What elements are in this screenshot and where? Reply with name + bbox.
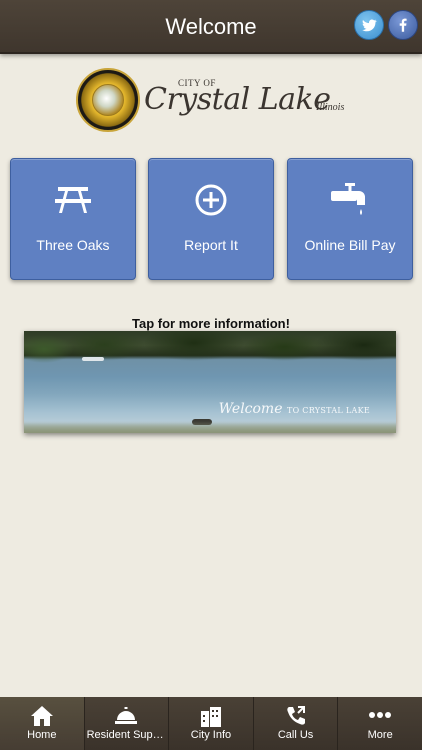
tab-label: More (367, 729, 393, 741)
tile-label: Report It (184, 237, 238, 253)
tile-label: Three Oaks (36, 237, 110, 253)
water-faucet-icon (331, 183, 365, 215)
phone-icon (286, 706, 305, 725)
banner-caption: Welcome TO CRYSTAL LAKE (219, 401, 370, 417)
city-logo: CITY OF Crystal Lake Illinois (76, 68, 366, 134)
buildings-icon (200, 707, 221, 727)
city-seal-icon (76, 68, 140, 132)
more-dots-icon (369, 712, 392, 718)
service-bell-icon (115, 707, 138, 724)
home-icon (30, 706, 53, 726)
logo-name: Crystal Lake (144, 82, 331, 117)
tab-home[interactable]: Home (0, 697, 85, 750)
header-bar: Welcome (0, 0, 422, 54)
welcome-banner[interactable]: Welcome TO CRYSTAL LAKE (24, 331, 396, 433)
facebook-button[interactable] (388, 10, 418, 40)
twitter-button[interactable] (354, 10, 384, 40)
report-it-tile[interactable]: Report It (148, 158, 274, 280)
banner-caption-sub: TO CRYSTAL LAKE (286, 406, 370, 415)
picnic-table-icon (55, 187, 91, 213)
tab-label: Call Us (277, 729, 314, 741)
tab-more[interactable]: More (338, 697, 422, 750)
tab-resident-support[interactable]: Resident Supp... (85, 697, 170, 750)
online-bill-pay-tile[interactable]: Online Bill Pay (287, 158, 413, 280)
plus-circle-icon (195, 184, 227, 216)
info-prompt: Tap for more information! (132, 316, 290, 331)
three-oaks-tile[interactable]: Three Oaks (10, 158, 136, 280)
bottom-tab-bar: Home Resident Supp... City Info Call Us … (0, 697, 422, 750)
twitter-icon (362, 19, 377, 32)
tab-label: Home (27, 729, 57, 741)
tab-label: Resident Supp... (86, 729, 167, 741)
tab-label: City Info (190, 729, 232, 741)
tile-label: Online Bill Pay (304, 237, 396, 253)
tab-city-info[interactable]: City Info (169, 697, 254, 750)
banner-caption-main: Welcome (218, 401, 283, 417)
tab-call-us[interactable]: Call Us (254, 697, 339, 750)
facebook-icon (399, 18, 407, 32)
logo-state: Illinois (316, 102, 345, 113)
